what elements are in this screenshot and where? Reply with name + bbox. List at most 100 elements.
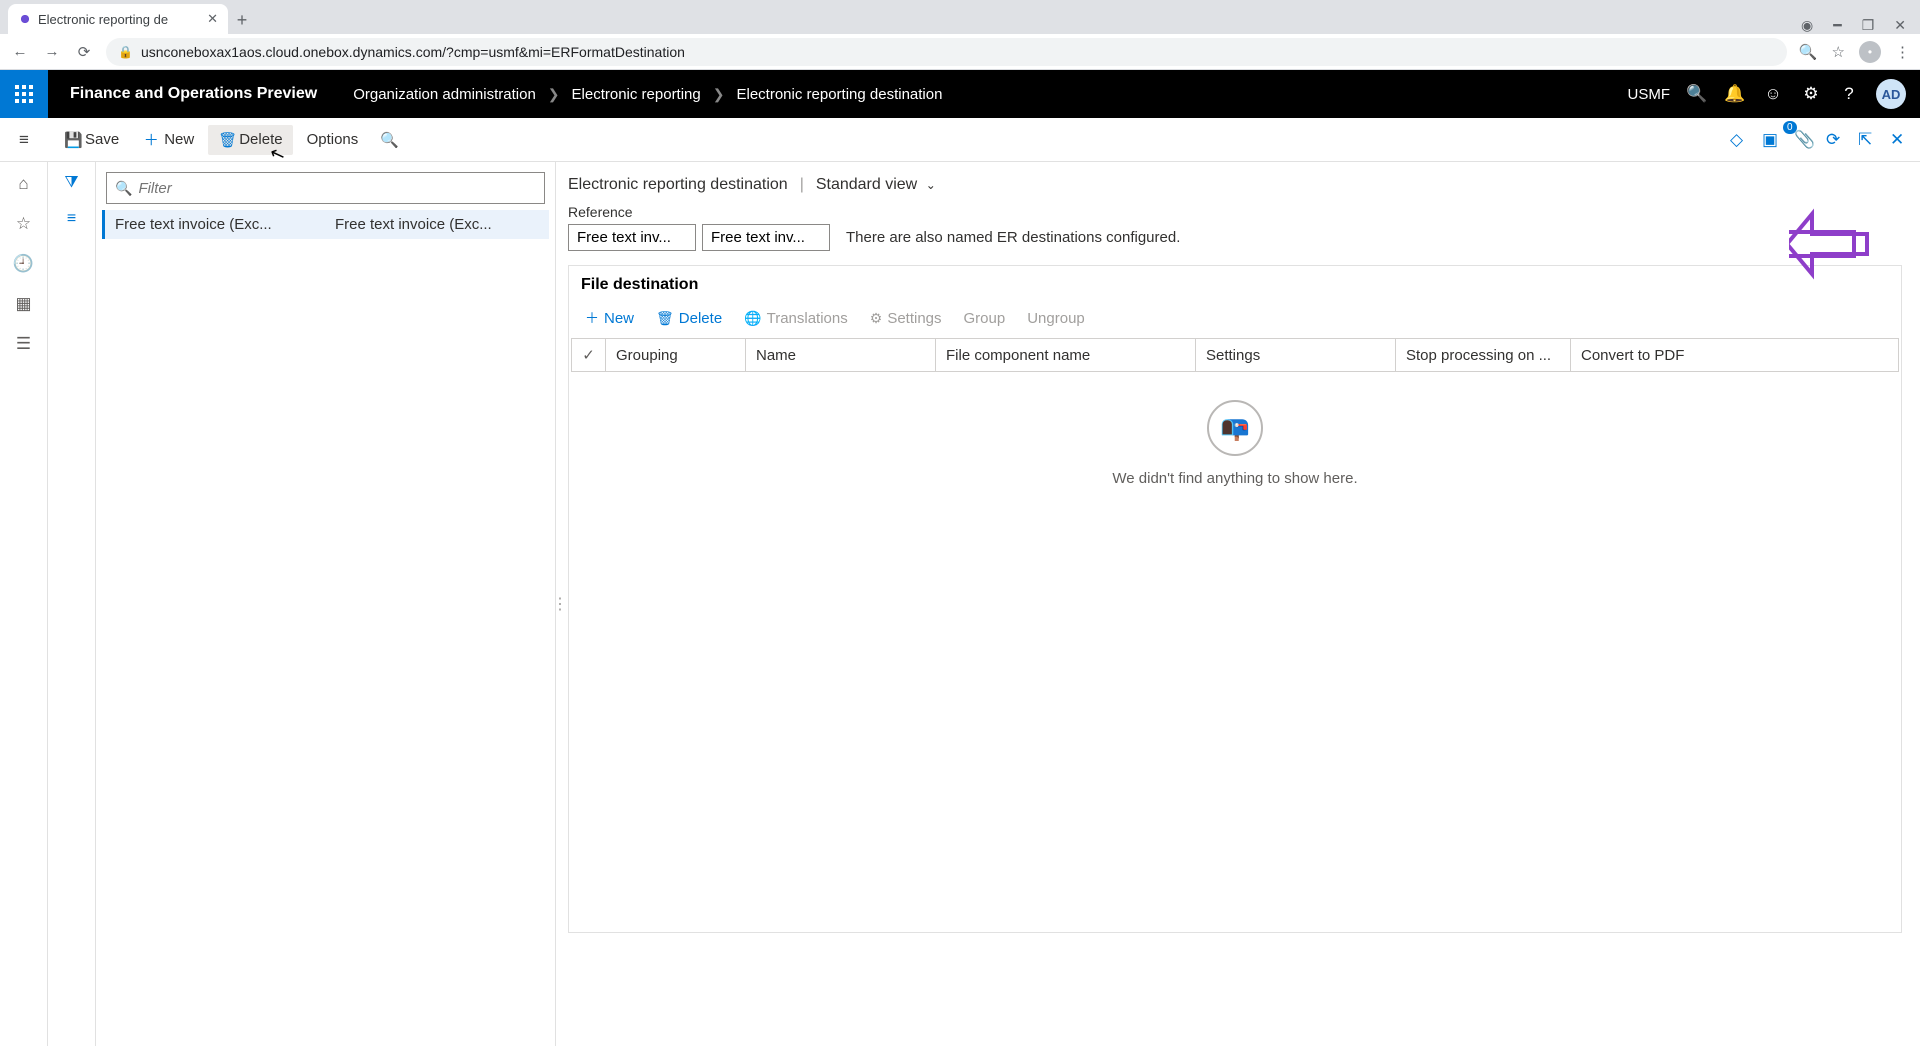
zoom-icon[interactable]: 🔍 — [1799, 43, 1818, 61]
main-pane: Electronic reporting destination | Stand… — [564, 162, 1920, 1046]
grid-new-button[interactable]: ＋New — [577, 304, 642, 332]
chrome-profile-avatar[interactable]: • — [1859, 41, 1881, 63]
close-form-icon[interactable]: ✕ — [1882, 124, 1910, 156]
view-selector[interactable]: Standard view ⌄ — [816, 176, 936, 194]
grid-delete-button[interactable]: 🗑Delete — [648, 306, 730, 331]
filter-funnel-icon[interactable]: ⧩ — [64, 174, 78, 192]
trash-icon: 🗑 — [218, 131, 234, 149]
list-view-icon[interactable]: ≡ — [67, 210, 76, 228]
list-item-col2: Free text invoice (Exc... — [335, 216, 539, 233]
feedback-smile-icon[interactable]: ☺ — [1762, 84, 1784, 104]
chevron-down-icon: ⌄ — [926, 178, 936, 192]
grid-selectall-checkbox[interactable]: ✓ — [572, 339, 606, 371]
col-file-component[interactable]: File component name — [936, 339, 1196, 371]
save-icon: 💾 — [64, 131, 80, 149]
col-name[interactable]: Name — [746, 339, 936, 371]
view-label: Standard view — [816, 176, 917, 193]
url-text: usnconeboxax1aos.cloud.onebox.dynamics.c… — [141, 44, 685, 60]
new-button[interactable]: ＋ New — [133, 123, 204, 156]
grid-empty-state: 📭 We didn't find anything to show here. — [569, 372, 1901, 932]
app-launcher-button[interactable] — [0, 70, 48, 118]
filter-input[interactable] — [138, 180, 536, 197]
grid-toolbar: ＋New 🗑Delete 🌐Translations ⚙Settings Gro… — [569, 300, 1901, 338]
breadcrumb-item[interactable]: Organization administration — [353, 86, 536, 103]
form-body: ⌂ ☆ 🕘 ▦ ☰ ⧩ ≡ 🔍 Free text invoice (Exc..… — [0, 162, 1920, 1046]
browser-tab[interactable]: Electronic reporting de ✕ — [8, 4, 228, 34]
nav-reload-icon[interactable]: ⟳ — [74, 43, 94, 61]
attachments-count: 0 — [1783, 121, 1797, 134]
empty-state-text: We didn't find anything to show here. — [1112, 470, 1357, 487]
related-info-icon[interactable]: ◇ — [1722, 124, 1750, 156]
address-bar[interactable]: 🔒 usnconeboxax1aos.cloud.onebox.dynamics… — [106, 38, 1787, 66]
delete-button[interactable]: 🗑 Delete — [208, 125, 292, 155]
favorites-star-icon[interactable]: ☆ — [12, 214, 36, 234]
attachments-button[interactable]: 0📎 — [1786, 124, 1814, 156]
reference-field-2[interactable]: Free text inv... — [702, 224, 830, 251]
reference-field-1[interactable]: Free text inv... — [568, 224, 696, 251]
chevron-right-icon: ❯ — [713, 86, 725, 103]
plus-icon: ＋ — [585, 308, 599, 328]
workspaces-icon[interactable]: ▦ — [12, 294, 36, 314]
col-stop-processing[interactable]: Stop processing on ... — [1396, 339, 1571, 371]
reference-field-label: Reference — [568, 204, 1902, 220]
search-icon: 🔍 — [115, 180, 132, 197]
nav-forward-icon[interactable]: → — [42, 43, 62, 60]
notifications-icon[interactable]: 🔔 — [1724, 84, 1746, 104]
window-close-icon[interactable]: ✕ — [1894, 17, 1906, 34]
breadcrumb: Organization administration ❯ Electronic… — [339, 86, 942, 103]
d365-header: Finance and Operations Preview Organizat… — [0, 70, 1920, 118]
breadcrumb-item[interactable]: Electronic reporting — [572, 86, 701, 103]
search-icon[interactable]: 🔍 — [1686, 84, 1708, 104]
sliders-icon: ⚙ — [870, 310, 883, 327]
plus-icon: ＋ — [143, 129, 159, 150]
action-pane: ≡ 💾 Save ＋ New 🗑 Delete Options 🔍 ◇ ▣ 0📎… — [0, 118, 1920, 162]
help-icon[interactable]: ? — [1838, 84, 1860, 104]
list-pane: 🔍 Free text invoice (Exc... Free text in… — [96, 162, 556, 1046]
lock-icon: 🔒 — [118, 45, 133, 59]
new-tab-button[interactable]: + — [228, 6, 256, 34]
refresh-icon[interactable]: ⟳ — [1818, 124, 1846, 156]
breadcrumb-item[interactable]: Electronic reporting destination — [736, 86, 942, 103]
save-button[interactable]: 💾 Save — [54, 125, 129, 155]
col-convert-pdf[interactable]: Convert to PDF — [1571, 339, 1741, 371]
options-label: Options — [307, 131, 359, 148]
options-button[interactable]: Options — [297, 125, 369, 154]
open-in-new-icon[interactable]: ▣ — [1754, 124, 1782, 156]
brand-title[interactable]: Finance and Operations Preview — [48, 85, 339, 103]
window-maximize-icon[interactable]: ❐ — [1862, 17, 1875, 34]
col-grouping[interactable]: Grouping — [606, 339, 746, 371]
nav-back-icon[interactable]: ← — [10, 43, 30, 60]
grid-header-row: ✓ Grouping Name File component name Sett… — [571, 338, 1899, 372]
chrome-menu-icon[interactable]: ⋮ — [1895, 43, 1910, 61]
popout-icon[interactable]: ⇱ — [1850, 124, 1878, 156]
title-separator: | — [800, 176, 804, 194]
grid-settings-button: ⚙Settings — [862, 306, 950, 331]
trash-icon: 🗑 — [656, 310, 674, 327]
actionpane-search-icon[interactable]: 🔍 — [372, 125, 407, 155]
list-filter-box[interactable]: 🔍 — [106, 172, 545, 204]
home-icon[interactable]: ⌂ — [12, 174, 36, 194]
chrome-account-dot-icon[interactable]: ◉ — [1801, 17, 1813, 34]
window-controls: ◉ ━ ❐ ✕ — [1801, 17, 1920, 34]
splitter-handle[interactable]: ⋮ — [556, 162, 564, 1046]
col-settings[interactable]: Settings — [1196, 339, 1396, 371]
user-avatar[interactable]: AD — [1876, 79, 1906, 109]
recent-clock-icon[interactable]: 🕘 — [12, 254, 36, 274]
waffle-icon — [15, 85, 33, 103]
window-minimize-icon[interactable]: ━ — [1833, 17, 1841, 34]
tab-favicon — [18, 12, 32, 26]
grid-ungroup-button: Ungroup — [1019, 306, 1093, 331]
tab-title: Electronic reporting de — [38, 12, 201, 27]
navpane-toggle-icon[interactable]: ≡ — [19, 130, 29, 150]
bookmark-star-icon[interactable]: ☆ — [1832, 43, 1845, 61]
save-label: Save — [85, 131, 119, 148]
chevron-right-icon: ❯ — [548, 86, 560, 103]
tab-close-icon[interactable]: ✕ — [207, 11, 218, 27]
list-item[interactable]: Free text invoice (Exc... Free text invo… — [102, 210, 549, 239]
settings-gear-icon[interactable]: ⚙ — [1800, 84, 1822, 104]
file-destination-section-title[interactable]: File destination — [569, 266, 1901, 300]
modules-list-icon[interactable]: ☰ — [12, 334, 36, 354]
grid-group-button: Group — [956, 306, 1014, 331]
company-picker[interactable]: USMF — [1628, 86, 1671, 103]
new-label: New — [164, 131, 194, 148]
